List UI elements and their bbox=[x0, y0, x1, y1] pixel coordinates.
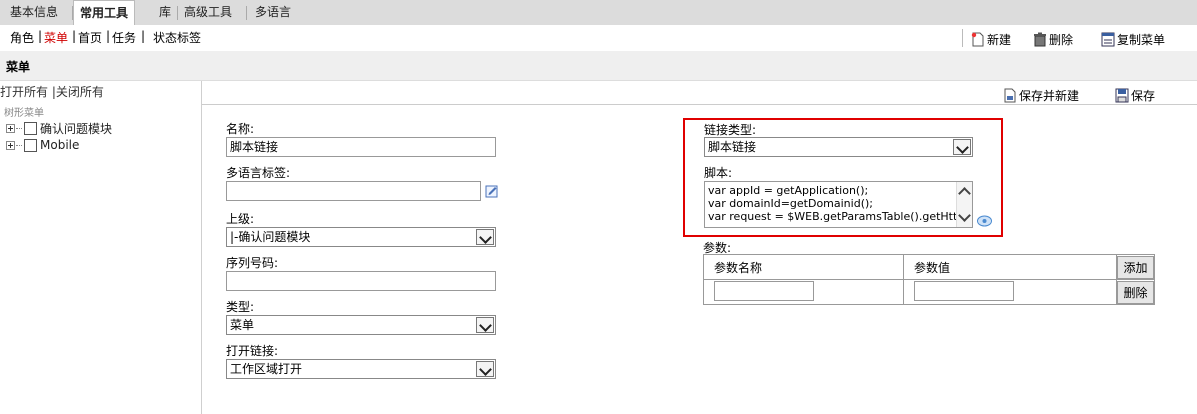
param-name-header: 参数名称 bbox=[703, 254, 904, 280]
param-name-cell bbox=[703, 279, 904, 305]
tree-node-checkbox[interactable] bbox=[24, 138, 37, 152]
page-title: 菜单 bbox=[6, 60, 31, 74]
params-header-row: 参数名称 参数值 添加 bbox=[703, 254, 1155, 280]
scroll-up-icon[interactable] bbox=[958, 187, 971, 200]
chevron-down-icon[interactable] bbox=[476, 317, 494, 333]
subnav-status-label[interactable]: 状态标签 bbox=[153, 29, 201, 46]
chevron-down-icon[interactable] bbox=[476, 229, 494, 245]
tree-caption: 树形菜单 bbox=[4, 108, 44, 119]
chevron-down-icon[interactable] bbox=[953, 139, 971, 155]
tab-multi-language[interactable]: 多语言 bbox=[249, 2, 297, 23]
save-label: 保存 bbox=[1131, 88, 1156, 103]
parent-select[interactable]: |-确认问题模块 bbox=[226, 227, 496, 247]
delete-button[interactable]: 删除 bbox=[1033, 30, 1073, 48]
top-tab-bar: 基本信息 常用工具 库 高级工具 多语言 bbox=[0, 0, 1197, 26]
save-new-icon bbox=[1003, 88, 1017, 103]
add-param-button[interactable]: 添加 bbox=[1117, 255, 1154, 279]
script-scrollbar[interactable] bbox=[956, 182, 972, 227]
tree-links: 打开所有 |关闭所有 bbox=[0, 83, 104, 100]
type-select-value: 菜单 bbox=[230, 318, 255, 332]
delete-param-button[interactable]: 删除 bbox=[1117, 280, 1154, 304]
script-line: var appId = getApplication(); bbox=[708, 184, 869, 197]
page-title-bar: 菜单 bbox=[0, 51, 1197, 81]
copy-menu-button-label: 复制菜单 bbox=[1117, 32, 1166, 47]
tree-node-label[interactable]: Mobile bbox=[40, 138, 79, 152]
tree-node-label[interactable]: 确认问题模块 bbox=[40, 120, 112, 137]
subnav-role[interactable]: 角色 bbox=[10, 29, 34, 46]
script-line: var request = $WEB.getParamsTable().getH… bbox=[708, 210, 958, 223]
open-link-label: 打开链接: bbox=[226, 344, 279, 358]
link-type-select[interactable]: 脚本链接 bbox=[704, 137, 973, 157]
expand-icon[interactable] bbox=[6, 140, 15, 150]
toolbar-separator bbox=[962, 29, 963, 47]
tree-node[interactable]: 确认问题模块 bbox=[6, 120, 112, 136]
param-value-input[interactable] bbox=[914, 280, 1014, 301]
save-button[interactable]: 保存 bbox=[1115, 86, 1155, 104]
tab-common-tools[interactable]: 常用工具 bbox=[73, 0, 136, 26]
tree-node[interactable]: Mobile bbox=[6, 137, 79, 153]
multilang-label: 多语言标签: bbox=[226, 166, 291, 180]
params-table: 参数名称 参数值 添加 删除 bbox=[703, 254, 1155, 305]
script-line: var domainId=getDomainid(); bbox=[708, 197, 873, 210]
add-cell: 添加 bbox=[1116, 254, 1155, 280]
open-all-link[interactable]: 打开所有 bbox=[0, 85, 48, 99]
script-editor-icon[interactable] bbox=[977, 215, 992, 227]
open-link-select[interactable]: 工作区域打开 bbox=[226, 359, 496, 379]
subnav-separator: | bbox=[72, 29, 77, 43]
open-link-select-value: 工作区域打开 bbox=[230, 362, 303, 376]
tree-panel: 打开所有 |关闭所有 树形菜单 确认问题模块 Mobile bbox=[0, 81, 202, 414]
save-and-new-button[interactable]: 保存并新建 bbox=[1003, 86, 1079, 104]
form-divider bbox=[202, 104, 1197, 105]
new-button-label: 新建 bbox=[987, 32, 1012, 47]
close-all-link[interactable]: 关闭所有 bbox=[56, 85, 104, 99]
type-label: 类型: bbox=[226, 300, 255, 314]
tree-connector bbox=[16, 127, 22, 129]
param-value-cell bbox=[903, 279, 1117, 305]
parent-select-value: |-确认问题模块 bbox=[230, 230, 311, 244]
script-label: 脚本: bbox=[704, 166, 733, 180]
type-select[interactable]: 菜单 bbox=[226, 315, 496, 335]
name-label: 名称: bbox=[226, 122, 255, 136]
script-textarea[interactable]: var appId = getApplication(); var domain… bbox=[704, 181, 973, 228]
delete-cell: 删除 bbox=[1116, 279, 1155, 305]
sequence-label: 序列号码: bbox=[226, 256, 279, 270]
subnav-separator: | bbox=[38, 29, 43, 43]
link-type-select-value: 脚本链接 bbox=[708, 140, 757, 154]
trash-icon bbox=[1033, 32, 1047, 47]
copy-icon bbox=[1101, 32, 1115, 47]
save-icon bbox=[1115, 88, 1129, 103]
expand-icon[interactable] bbox=[6, 123, 15, 133]
params-row: 删除 bbox=[703, 279, 1155, 305]
parent-label: 上级: bbox=[226, 212, 255, 226]
save-and-new-label: 保存并新建 bbox=[1019, 88, 1080, 103]
chevron-down-icon[interactable] bbox=[476, 361, 494, 377]
subnav-menu[interactable]: 菜单 bbox=[44, 29, 68, 46]
tree-connector bbox=[16, 144, 22, 146]
copy-menu-button[interactable]: 复制菜单 bbox=[1101, 30, 1165, 48]
new-document-icon bbox=[971, 32, 985, 47]
sequence-input[interactable] bbox=[226, 271, 496, 291]
delete-button-label: 删除 bbox=[1049, 32, 1074, 47]
tab-advanced-tools[interactable]: 高级工具 bbox=[178, 2, 238, 23]
tab-separator bbox=[246, 6, 247, 20]
tab-basic-info[interactable]: 基本信息 bbox=[4, 2, 64, 23]
tree-node-checkbox[interactable] bbox=[24, 121, 37, 135]
subnav-home[interactable]: 首页 bbox=[78, 29, 102, 46]
multilang-input[interactable] bbox=[226, 181, 481, 201]
edit-multilang-icon[interactable] bbox=[485, 184, 499, 198]
sub-nav: 角色 | 菜单 | 首页 | 任务 | 状态标签 新建 删除 复制菜单 bbox=[0, 25, 1197, 49]
subnav-separator: | bbox=[141, 29, 146, 43]
param-value-header: 参数值 bbox=[903, 254, 1117, 280]
name-input[interactable]: 脚本链接 bbox=[226, 137, 496, 157]
tab-library[interactable]: 库 bbox=[153, 2, 177, 23]
scroll-down-icon[interactable] bbox=[958, 209, 971, 222]
new-button[interactable]: 新建 bbox=[971, 30, 1011, 48]
link-type-label: 链接类型: bbox=[704, 123, 757, 137]
subnav-separator: | bbox=[106, 29, 111, 43]
subnav-task[interactable]: 任务 bbox=[112, 29, 136, 46]
param-name-input[interactable] bbox=[714, 280, 814, 301]
